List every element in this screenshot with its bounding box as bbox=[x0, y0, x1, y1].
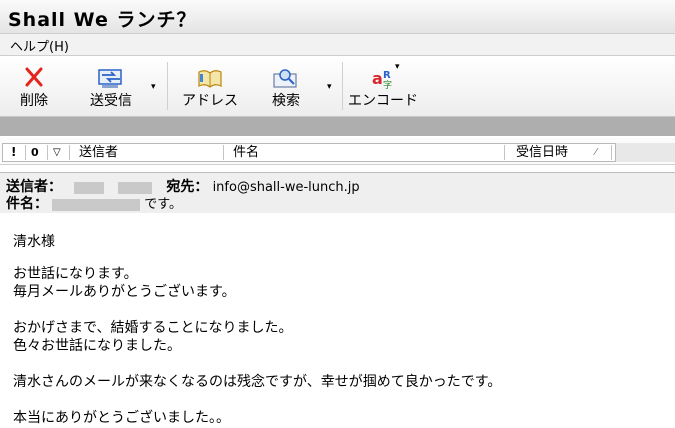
column-divider[interactable] bbox=[223, 145, 224, 160]
address-button[interactable]: アドレス bbox=[177, 56, 243, 114]
menu-help[interactable]: ヘルプ(H) bbox=[10, 36, 69, 55]
menu-bar: ヘルプ(H) bbox=[0, 34, 675, 56]
subject-redacted bbox=[52, 198, 141, 211]
svg-text:a: a bbox=[372, 69, 383, 88]
message-body[interactable]: 清水様 お世話になります。 毎月メールありがとうございます。 おかげさまで、結婚… bbox=[0, 213, 675, 428]
toolbar: 削除 送受信 ▾ アドレス 検索 ▾ a R 字 エンコード ▾ bbox=[0, 56, 675, 117]
mail-header: 送信者： 宛先： info@shall-we-lunch.jp 件名： です。 bbox=[0, 172, 675, 214]
subject-suffix: です。 bbox=[144, 197, 182, 212]
column-sender[interactable]: 送信者 bbox=[79, 144, 118, 161]
column-importance[interactable]: ! bbox=[11, 144, 16, 161]
header-filler bbox=[616, 143, 675, 162]
send-receive-button[interactable]: 送受信 bbox=[80, 56, 142, 114]
column-divider[interactable] bbox=[504, 145, 505, 160]
encode-dropdown[interactable]: ▾ bbox=[395, 62, 400, 72]
address-label: アドレス bbox=[182, 93, 238, 109]
search-label: 検索 bbox=[272, 93, 300, 109]
to-value: info@shall-we-lunch.jp bbox=[212, 180, 360, 195]
sender-name-redacted bbox=[118, 181, 153, 194]
body-line: おかげさまで、結婚することになりました。 bbox=[13, 320, 293, 336]
title-bar: Shall We ランチ？ bbox=[0, 0, 675, 34]
column-received[interactable]: 受信日時 bbox=[516, 144, 568, 161]
body-line: 色々お世話になりました。 bbox=[13, 338, 181, 354]
mail-header-row-subject: 件名： です。 bbox=[6, 193, 182, 213]
window-title: Shall We ランチ？ bbox=[8, 9, 197, 31]
address-book-icon bbox=[198, 70, 222, 88]
body-line: 毎月メールありがとうございます。 bbox=[13, 284, 236, 300]
column-divider[interactable] bbox=[47, 145, 48, 160]
toolbar-separator bbox=[167, 62, 168, 110]
column-headers: ! 0 ▽ 送信者 件名 受信日時 ⁄ bbox=[2, 143, 616, 162]
sort-indicator-icon: ⁄ bbox=[595, 147, 597, 158]
encode-button[interactable]: a R 字 エンコード bbox=[347, 56, 419, 114]
delete-label: 削除 bbox=[20, 93, 48, 109]
column-divider[interactable] bbox=[69, 145, 70, 160]
delete-button[interactable]: 削除 bbox=[10, 56, 58, 114]
folder-band bbox=[0, 117, 675, 136]
search-icon bbox=[273, 69, 297, 88]
search-button[interactable]: 検索 bbox=[260, 56, 312, 114]
column-flag[interactable]: ▽ bbox=[53, 144, 61, 161]
search-dropdown[interactable]: ▾ bbox=[327, 82, 332, 92]
svg-text:R: R bbox=[383, 70, 391, 81]
body-line: お世話になります。 bbox=[13, 266, 138, 282]
send-receive-label: 送受信 bbox=[90, 93, 132, 109]
encode-icon: a R 字 bbox=[372, 69, 392, 90]
send-receive-icon bbox=[98, 69, 122, 88]
body-line: 清水様 bbox=[13, 234, 55, 250]
column-subject[interactable]: 件名 bbox=[233, 144, 259, 161]
column-divider[interactable] bbox=[611, 145, 612, 160]
subject-label: 件名： bbox=[6, 196, 48, 212]
column-attachment[interactable]: 0 bbox=[31, 144, 39, 161]
toolbar-separator bbox=[342, 62, 343, 110]
column-divider[interactable] bbox=[25, 145, 26, 160]
delete-icon bbox=[25, 67, 43, 87]
encode-label: エンコード bbox=[348, 93, 418, 109]
sender-name-redacted bbox=[74, 181, 105, 194]
svg-text:字: 字 bbox=[383, 79, 392, 90]
message-list-header: ! 0 ▽ 送信者 件名 受信日時 ⁄ bbox=[0, 137, 675, 165]
body-line: 清水さんのメールが来なくなるのは残念ですが、幸せが掴めて良かったです。 bbox=[13, 374, 502, 390]
send-receive-dropdown[interactable]: ▾ bbox=[151, 82, 156, 92]
body-line: 本当にありがとうございました。。 bbox=[13, 410, 230, 426]
